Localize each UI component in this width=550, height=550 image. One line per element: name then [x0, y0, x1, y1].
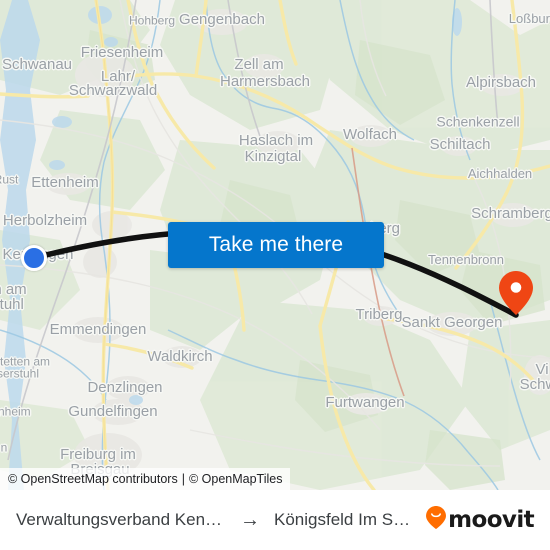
attribution-osm-link[interactable]: © OpenStreetMap contributors [8, 472, 178, 486]
footer-origin-label: Verwaltungsverband Kenzing… [16, 510, 226, 529]
moovit-route-widget: HohbergGengenbachLoßburgSchwanauFriesenh… [0, 0, 550, 550]
footer-destination-label: Königsfeld Im Sc… [274, 510, 413, 529]
attribution-separator: | [181, 472, 185, 486]
route-footer: Verwaltungsverband Kenzing… → Königsfeld… [0, 490, 550, 550]
map-viewport[interactable]: HohbergGengenbachLoßburgSchwanauFriesenh… [0, 0, 550, 490]
moovit-wordmark: moovit [448, 507, 534, 533]
moovit-pin-smiley-icon [426, 506, 447, 534]
origin-marker[interactable] [21, 245, 47, 271]
map-attribution: © OpenStreetMap contributors | © OpenMap… [0, 468, 291, 490]
arrow-right-icon: → [240, 509, 260, 531]
take-me-there-button[interactable]: Take me there [168, 222, 384, 268]
moovit-logo[interactable]: moovit [426, 506, 535, 534]
take-me-there-label: Take me there [208, 233, 344, 256]
attribution-tiles-link[interactable]: © OpenMapTiles [189, 472, 283, 486]
destination-pin-marker[interactable] [499, 271, 533, 315]
